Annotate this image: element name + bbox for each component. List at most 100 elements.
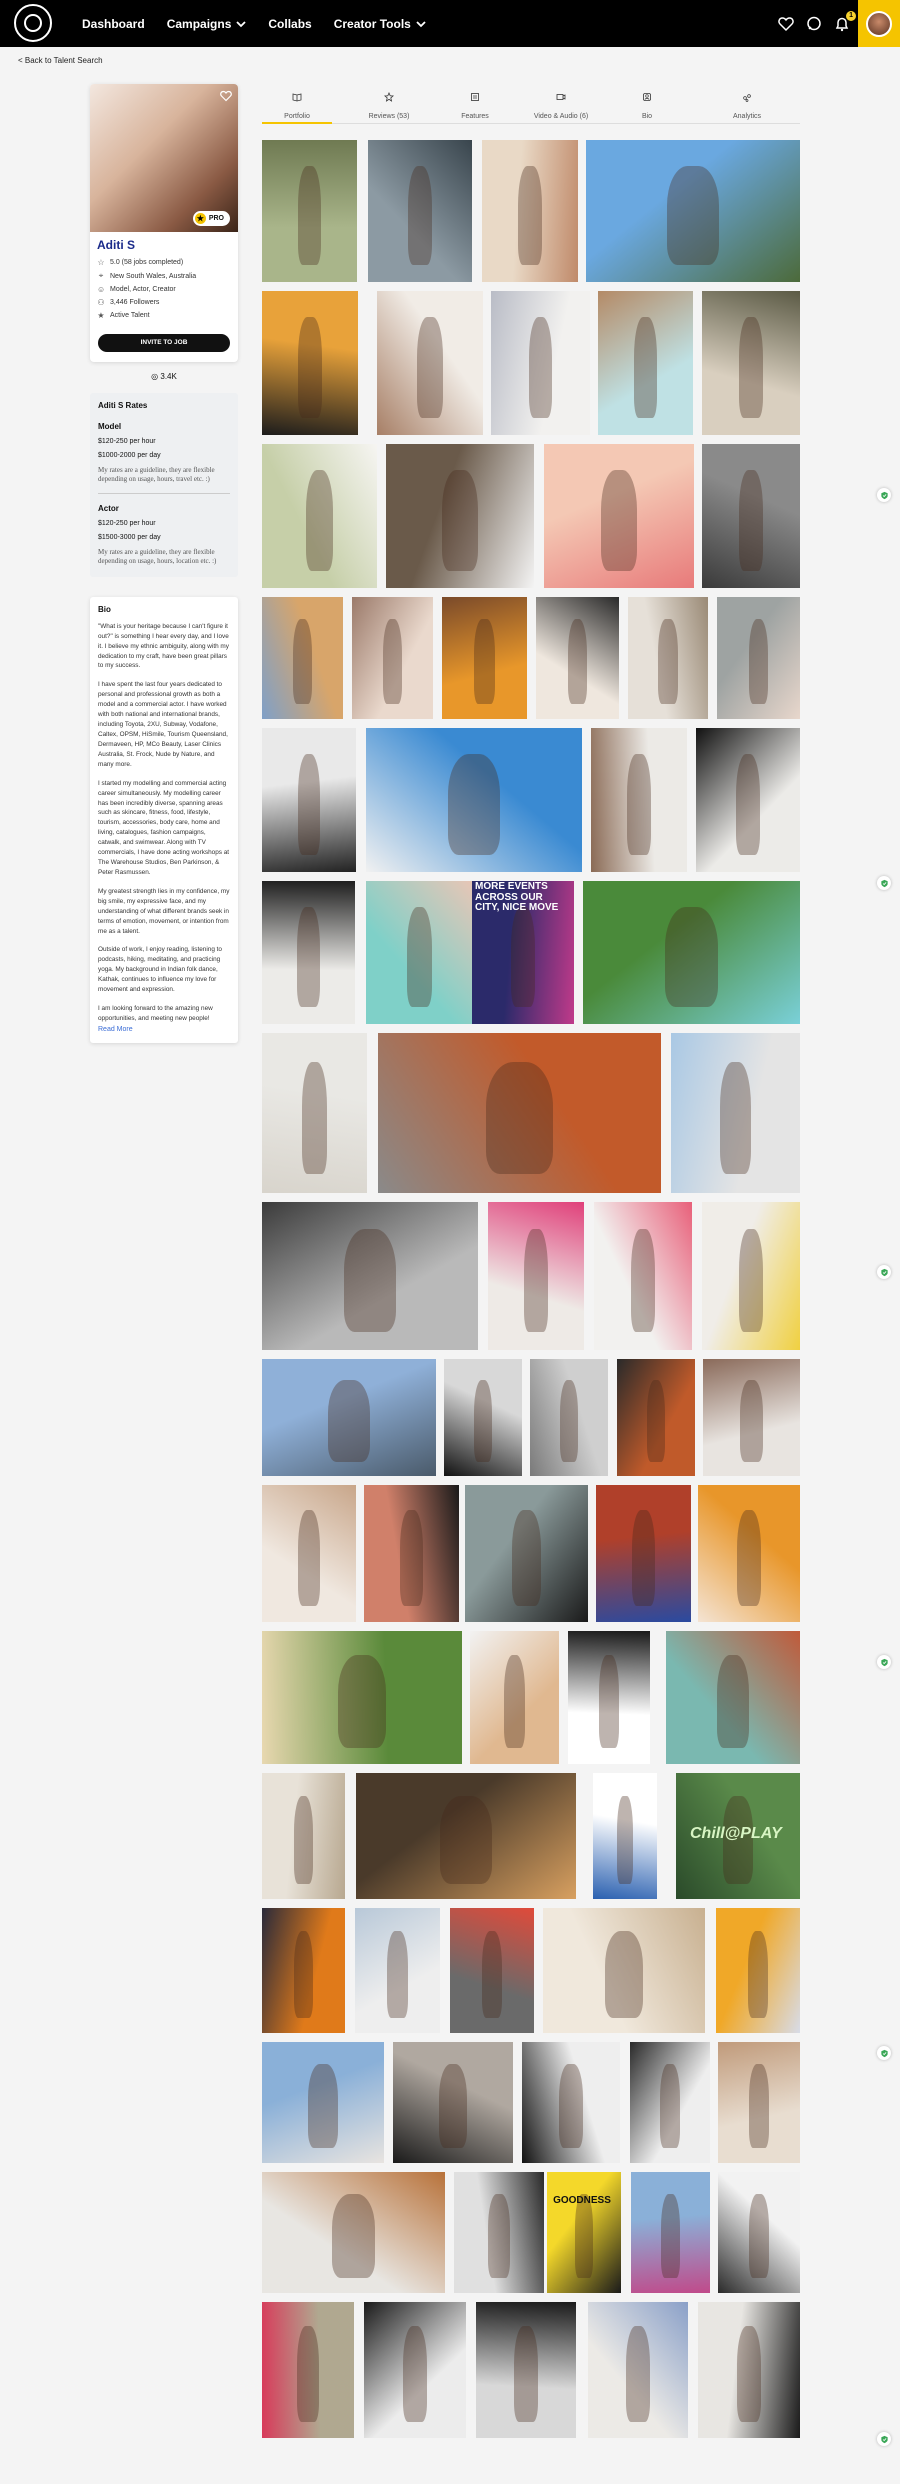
bell-button[interactable]: 1 bbox=[834, 10, 856, 32]
portfolio-photo[interactable] bbox=[598, 291, 693, 435]
portfolio-photo[interactable] bbox=[454, 2172, 544, 2293]
portfolio-photo[interactable] bbox=[386, 444, 534, 588]
portfolio-photo[interactable] bbox=[628, 597, 708, 719]
portfolio-photo[interactable] bbox=[703, 1359, 800, 1476]
portfolio-photo[interactable] bbox=[591, 728, 687, 872]
portfolio-photo[interactable] bbox=[588, 2302, 688, 2438]
portfolio-photo[interactable] bbox=[491, 291, 590, 435]
verified-check-icon[interactable] bbox=[877, 488, 891, 502]
portfolio-photo[interactable] bbox=[698, 1485, 800, 1622]
portfolio-photo[interactable] bbox=[676, 1773, 800, 1899]
verified-check-icon[interactable] bbox=[877, 876, 891, 890]
portfolio-photo[interactable] bbox=[355, 1908, 440, 2033]
portfolio-photo[interactable] bbox=[482, 140, 578, 282]
portfolio-photo[interactable] bbox=[352, 597, 433, 719]
tab-features[interactable]: Features bbox=[440, 88, 510, 124]
portfolio-photo[interactable] bbox=[378, 1033, 661, 1193]
portfolio-photo[interactable] bbox=[368, 140, 472, 282]
portfolio-photo[interactable] bbox=[377, 291, 483, 435]
portfolio-photo[interactable] bbox=[262, 140, 357, 282]
portfolio-photo[interactable] bbox=[594, 1202, 692, 1350]
portfolio-photo[interactable] bbox=[530, 1359, 608, 1476]
portfolio-photo[interactable] bbox=[544, 444, 694, 588]
portfolio-photo[interactable] bbox=[716, 1908, 800, 2033]
verified-check-icon[interactable] bbox=[877, 2046, 891, 2060]
portfolio-photo[interactable] bbox=[698, 2302, 800, 2438]
portfolio-photo[interactable] bbox=[262, 881, 355, 1024]
portfolio-photo[interactable] bbox=[702, 1202, 800, 1350]
tab-portfolio[interactable]: Portfolio bbox=[262, 88, 332, 124]
back-to-search-link[interactable]: < Back to Talent Search bbox=[18, 56, 103, 65]
portfolio-photo[interactable] bbox=[666, 1631, 800, 1764]
portfolio-photo[interactable] bbox=[262, 2042, 384, 2163]
portfolio-photo[interactable] bbox=[262, 291, 358, 435]
portfolio-photo[interactable] bbox=[262, 1485, 356, 1622]
portfolio-photo[interactable] bbox=[536, 597, 619, 719]
read-more-link[interactable]: Read More bbox=[98, 1026, 230, 1033]
portfolio-photo[interactable] bbox=[583, 881, 800, 1024]
favorite-heart-icon[interactable] bbox=[220, 90, 232, 102]
portfolio-photo[interactable] bbox=[617, 1359, 695, 1476]
portfolio-photo[interactable] bbox=[262, 2302, 354, 2438]
portfolio-photo[interactable] bbox=[262, 444, 377, 588]
nav-creator-tools[interactable]: Creator Tools bbox=[334, 17, 426, 31]
verified-check-icon[interactable] bbox=[877, 1655, 891, 1669]
nav-campaigns[interactable]: Campaigns bbox=[167, 17, 247, 31]
portfolio-photo[interactable] bbox=[442, 597, 527, 719]
verified-check-icon[interactable] bbox=[877, 1265, 891, 1279]
invite-to-job-button[interactable]: INVITE TO JOB bbox=[98, 334, 230, 352]
portfolio-photo[interactable] bbox=[364, 1485, 459, 1622]
portfolio-photo[interactable] bbox=[717, 597, 800, 719]
portfolio-photo[interactable] bbox=[671, 1033, 800, 1193]
portfolio-photo[interactable] bbox=[450, 1908, 534, 2033]
instagram-stat[interactable]: ◎ 3.4K bbox=[90, 372, 238, 381]
chevron-down-icon bbox=[416, 20, 426, 27]
verified-check-icon[interactable] bbox=[877, 2432, 891, 2446]
portfolio-photo[interactable] bbox=[262, 1631, 462, 1764]
portfolio-photo[interactable] bbox=[356, 1773, 576, 1899]
portfolio-photo[interactable] bbox=[631, 2172, 710, 2293]
portfolio-photo[interactable] bbox=[262, 597, 343, 719]
portfolio-photo[interactable] bbox=[262, 1202, 478, 1350]
nav-dashboard[interactable]: Dashboard bbox=[82, 17, 145, 31]
portfolio-photo[interactable] bbox=[718, 2042, 800, 2163]
portfolio-photo[interactable] bbox=[262, 1908, 345, 2033]
portfolio-photo[interactable] bbox=[472, 881, 574, 1024]
portfolio-photo[interactable] bbox=[593, 1773, 657, 1899]
portfolio-photo[interactable] bbox=[543, 1908, 705, 2033]
portfolio-photo[interactable] bbox=[702, 291, 800, 435]
chat-icon[interactable] bbox=[806, 16, 822, 32]
portfolio-photo[interactable] bbox=[547, 2172, 621, 2293]
portfolio-photo[interactable] bbox=[262, 728, 356, 872]
user-menu[interactable] bbox=[858, 0, 900, 47]
portfolio-photo[interactable] bbox=[718, 2172, 800, 2293]
portfolio-photo[interactable] bbox=[366, 881, 473, 1024]
portfolio-photo[interactable] bbox=[568, 1631, 650, 1764]
portfolio-photo[interactable] bbox=[488, 1202, 584, 1350]
portfolio-photo[interactable] bbox=[262, 2172, 445, 2293]
portfolio-photo[interactable] bbox=[262, 1359, 436, 1476]
profile-photo[interactable]: ★ PRO bbox=[90, 84, 238, 232]
tab-bio[interactable]: Bio bbox=[612, 88, 682, 124]
portfolio-photo[interactable] bbox=[586, 140, 800, 282]
portfolio-photo[interactable] bbox=[262, 1773, 345, 1899]
nav-collabs[interactable]: Collabs bbox=[268, 17, 311, 31]
portfolio-photo[interactable] bbox=[476, 2302, 576, 2438]
tab-analytics[interactable]: Analytics bbox=[712, 88, 782, 124]
portfolio-photo[interactable] bbox=[702, 444, 800, 588]
portfolio-photo[interactable] bbox=[262, 1033, 367, 1193]
tab-reviews[interactable]: Reviews (53) bbox=[354, 88, 424, 124]
portfolio-photo[interactable] bbox=[444, 1359, 522, 1476]
portfolio-photo[interactable] bbox=[696, 728, 800, 872]
tab-video-audio[interactable]: Video & Audio (6) bbox=[526, 88, 596, 124]
portfolio-photo[interactable] bbox=[364, 2302, 466, 2438]
heart-icon[interactable] bbox=[778, 16, 794, 32]
portfolio-photo[interactable] bbox=[470, 1631, 559, 1764]
portfolio-photo[interactable] bbox=[596, 1485, 691, 1622]
portfolio-photo[interactable] bbox=[366, 728, 582, 872]
portfolio-photo[interactable] bbox=[465, 1485, 588, 1622]
portfolio-photo[interactable] bbox=[522, 2042, 620, 2163]
brand-logo[interactable] bbox=[14, 4, 52, 42]
portfolio-photo[interactable] bbox=[393, 2042, 513, 2163]
portfolio-photo[interactable] bbox=[630, 2042, 710, 2163]
